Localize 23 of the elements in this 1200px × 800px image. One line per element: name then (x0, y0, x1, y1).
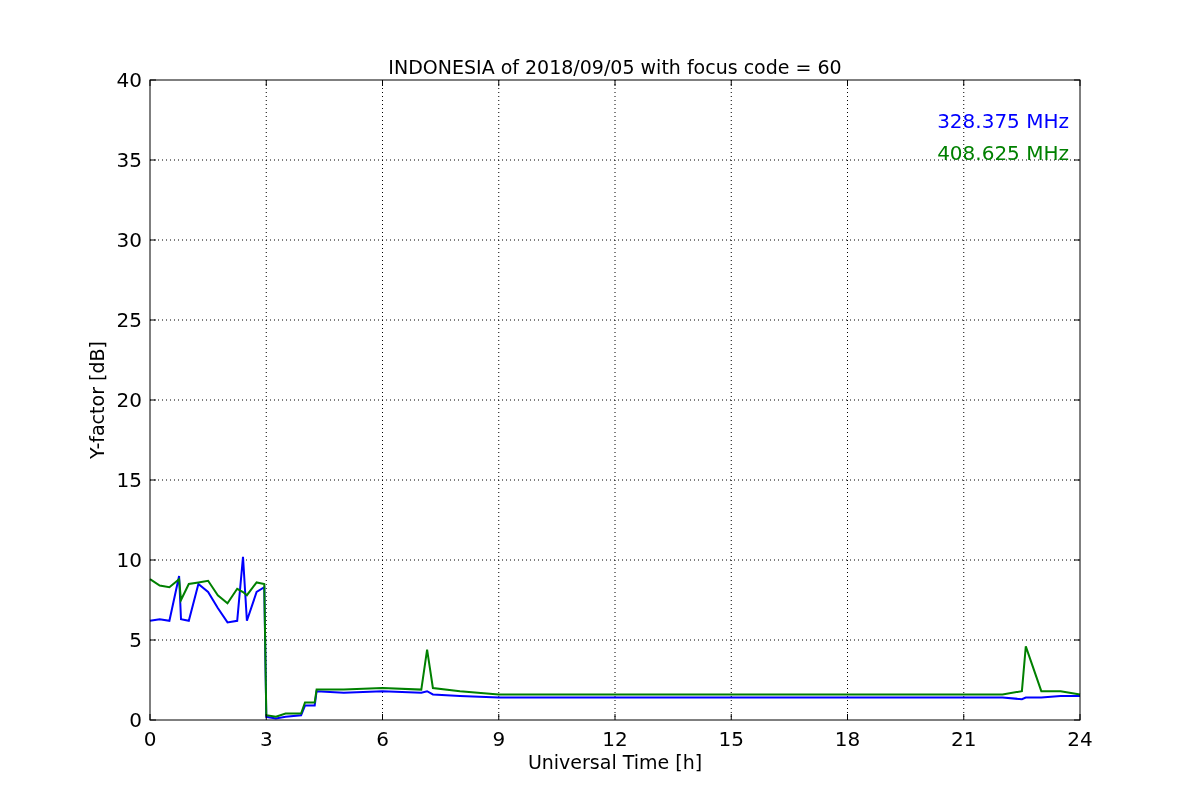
x-axis-label: Universal Time [h] (527, 751, 703, 773)
tick-label: 21 (951, 727, 977, 751)
tick-label: 5 (129, 628, 142, 652)
tick-label: 0 (129, 708, 142, 732)
legend-label: 408.625 MHz (937, 141, 1069, 165)
legend-label: 328.375 MHz (937, 109, 1069, 133)
tick-label: 0 (143, 727, 157, 751)
chart-title: INDONESIA of 2018/09/05 with focus code = 60 (388, 56, 842, 78)
tick-label: 12 (602, 727, 628, 751)
tick-label: 15 (116, 468, 142, 492)
tick-label: 30 (116, 228, 142, 252)
tick-label: 6 (376, 727, 389, 751)
tick-label: 40 (116, 68, 142, 92)
tick-label: 35 (116, 148, 142, 172)
tick-label: 24 (1067, 727, 1093, 751)
tick-label: 20 (116, 388, 142, 412)
tick-label: 25 (116, 308, 142, 332)
tick-label: 10 (116, 548, 142, 572)
y-axis-label: Y-factor [dB] (86, 341, 108, 459)
tick-label: 18 (834, 727, 861, 751)
tick-label: 15 (718, 727, 744, 751)
tick-label: 9 (492, 727, 506, 751)
tick-label: 3 (259, 727, 273, 751)
